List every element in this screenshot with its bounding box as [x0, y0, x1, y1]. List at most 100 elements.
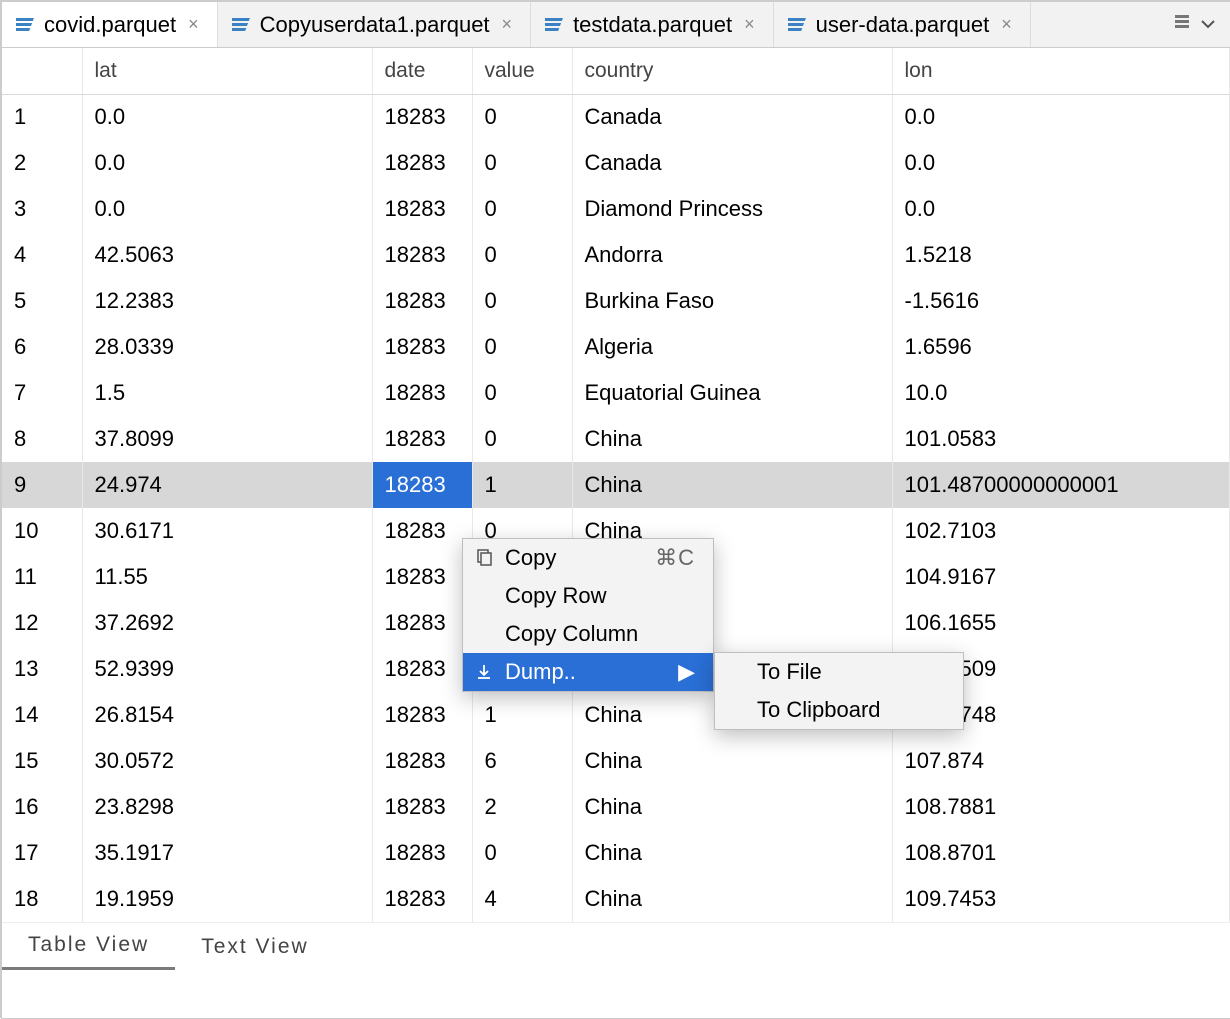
file-tab[interactable]: covid.parquet ×: [2, 2, 218, 47]
table-row[interactable]: 1735.1917182830China108.8701: [2, 830, 1230, 876]
cell-date[interactable]: 18283: [372, 324, 472, 370]
tab-table-view[interactable]: Table View: [2, 923, 175, 971]
cell-lat[interactable]: 12.2383: [82, 278, 372, 324]
cell-date[interactable]: 18283: [372, 692, 472, 738]
cell-date[interactable]: 18283: [372, 186, 472, 232]
context-menu-dump[interactable]: Dump.. ▶: [463, 653, 713, 691]
cell-lat[interactable]: 1.5: [82, 370, 372, 416]
cell-country[interactable]: China: [572, 830, 892, 876]
cell-lon[interactable]: 109.7453: [892, 876, 1230, 922]
column-header-lat[interactable]: lat: [82, 48, 372, 94]
cell-idx[interactable]: 12: [2, 600, 82, 646]
cell-value[interactable]: 0: [472, 140, 572, 186]
cell-date[interactable]: 18283: [372, 462, 472, 508]
cell-lon[interactable]: -1.5616: [892, 278, 1230, 324]
table-row[interactable]: 1530.0572182836China107.874: [2, 738, 1230, 784]
cell-date[interactable]: 18283: [372, 508, 472, 554]
cell-date[interactable]: 18283: [372, 646, 472, 692]
close-icon[interactable]: ×: [498, 14, 517, 35]
cell-lat[interactable]: 19.1959: [82, 876, 372, 922]
table-row[interactable]: 20.0182830Canada0.0: [2, 140, 1230, 186]
cell-date[interactable]: 18283: [372, 416, 472, 462]
table-row[interactable]: 837.8099182830China101.0583: [2, 416, 1230, 462]
cell-idx[interactable]: 6: [2, 324, 82, 370]
cell-value[interactable]: 0: [472, 324, 572, 370]
chevron-down-icon[interactable]: [1200, 12, 1216, 38]
cell-idx[interactable]: 16: [2, 784, 82, 830]
cell-lat[interactable]: 52.9399: [82, 646, 372, 692]
cell-value[interactable]: 0: [472, 232, 572, 278]
cell-lat[interactable]: 42.5063: [82, 232, 372, 278]
cell-lat[interactable]: 28.0339: [82, 324, 372, 370]
cell-lon[interactable]: 108.8701: [892, 830, 1230, 876]
table-row[interactable]: 924.974182831China101.48700000000001: [2, 462, 1230, 508]
cell-lat[interactable]: 11.55: [82, 554, 372, 600]
cell-idx[interactable]: 4: [2, 232, 82, 278]
cell-lon[interactable]: 102.7103: [892, 508, 1230, 554]
column-header-value[interactable]: value: [472, 48, 572, 94]
column-header-date[interactable]: date: [372, 48, 472, 94]
cell-idx[interactable]: 3: [2, 186, 82, 232]
cell-country[interactable]: Andorra: [572, 232, 892, 278]
column-header-lon[interactable]: lon: [892, 48, 1230, 94]
cell-lat[interactable]: 24.974: [82, 462, 372, 508]
data-grid[interactable]: lat date value country lon 10.0182830Can…: [2, 48, 1230, 970]
cell-lat[interactable]: 30.0572: [82, 738, 372, 784]
cell-date[interactable]: 18283: [372, 232, 472, 278]
cell-idx[interactable]: 13: [2, 646, 82, 692]
file-tab[interactable]: user-data.parquet ×: [774, 2, 1031, 47]
cell-value[interactable]: 0: [472, 416, 572, 462]
table-row[interactable]: 512.2383182830Burkina Faso-1.5616: [2, 278, 1230, 324]
cell-idx[interactable]: 18: [2, 876, 82, 922]
cell-value[interactable]: 6: [472, 738, 572, 784]
close-icon[interactable]: ×: [740, 14, 759, 35]
cell-lat[interactable]: 23.8298: [82, 784, 372, 830]
cell-idx[interactable]: 5: [2, 278, 82, 324]
cell-date[interactable]: 18283: [372, 876, 472, 922]
cell-date[interactable]: 18283: [372, 784, 472, 830]
cell-country[interactable]: China: [572, 416, 892, 462]
cell-lon[interactable]: 0.0: [892, 94, 1230, 140]
cell-idx[interactable]: 2: [2, 140, 82, 186]
cell-country[interactable]: Algeria: [572, 324, 892, 370]
cell-idx[interactable]: 7: [2, 370, 82, 416]
cell-lat[interactable]: 0.0: [82, 186, 372, 232]
column-header-country[interactable]: country: [572, 48, 892, 94]
cell-value[interactable]: 0: [472, 370, 572, 416]
cell-lon[interactable]: 108.7881: [892, 784, 1230, 830]
cell-lon[interactable]: 104.9167: [892, 554, 1230, 600]
cell-idx[interactable]: 1: [2, 94, 82, 140]
cell-lat[interactable]: 37.8099: [82, 416, 372, 462]
cell-idx[interactable]: 14: [2, 692, 82, 738]
cell-lon[interactable]: 101.0583: [892, 416, 1230, 462]
tab-list-icon[interactable]: [1174, 12, 1190, 38]
cell-idx[interactable]: 15: [2, 738, 82, 784]
cell-lat[interactable]: 37.2692: [82, 600, 372, 646]
cell-date[interactable]: 18283: [372, 370, 472, 416]
cell-lon[interactable]: 10.0: [892, 370, 1230, 416]
cell-lat[interactable]: 0.0: [82, 94, 372, 140]
cell-lat[interactable]: 0.0: [82, 140, 372, 186]
table-row[interactable]: 1819.1959182834China109.7453: [2, 876, 1230, 922]
table-row[interactable]: 10.0182830Canada0.0: [2, 94, 1230, 140]
close-icon[interactable]: ×: [184, 14, 203, 35]
cell-value[interactable]: 0: [472, 278, 572, 324]
table-row[interactable]: 442.5063182830Andorra1.5218: [2, 232, 1230, 278]
file-tab[interactable]: Copyuserdata1.parquet ×: [218, 2, 531, 47]
cell-lat[interactable]: 26.8154: [82, 692, 372, 738]
cell-lon[interactable]: 1.6596: [892, 324, 1230, 370]
table-row[interactable]: 1623.8298182832China108.7881: [2, 784, 1230, 830]
table-row[interactable]: 71.5182830Equatorial Guinea10.0: [2, 370, 1230, 416]
cell-country[interactable]: Diamond Princess: [572, 186, 892, 232]
file-tab[interactable]: testdata.parquet ×: [531, 2, 774, 47]
cell-idx[interactable]: 17: [2, 830, 82, 876]
cell-lon[interactable]: 0.0: [892, 186, 1230, 232]
cell-lon[interactable]: 106.1655: [892, 600, 1230, 646]
cell-country[interactable]: China: [572, 876, 892, 922]
cell-value[interactable]: 4: [472, 876, 572, 922]
cell-country[interactable]: Canada: [572, 94, 892, 140]
cell-value[interactable]: 1: [472, 692, 572, 738]
column-header-index[interactable]: [2, 48, 82, 94]
table-row[interactable]: 1426.8154182831China106.8748: [2, 692, 1230, 738]
cell-lon[interactable]: 101.48700000000001: [892, 462, 1230, 508]
